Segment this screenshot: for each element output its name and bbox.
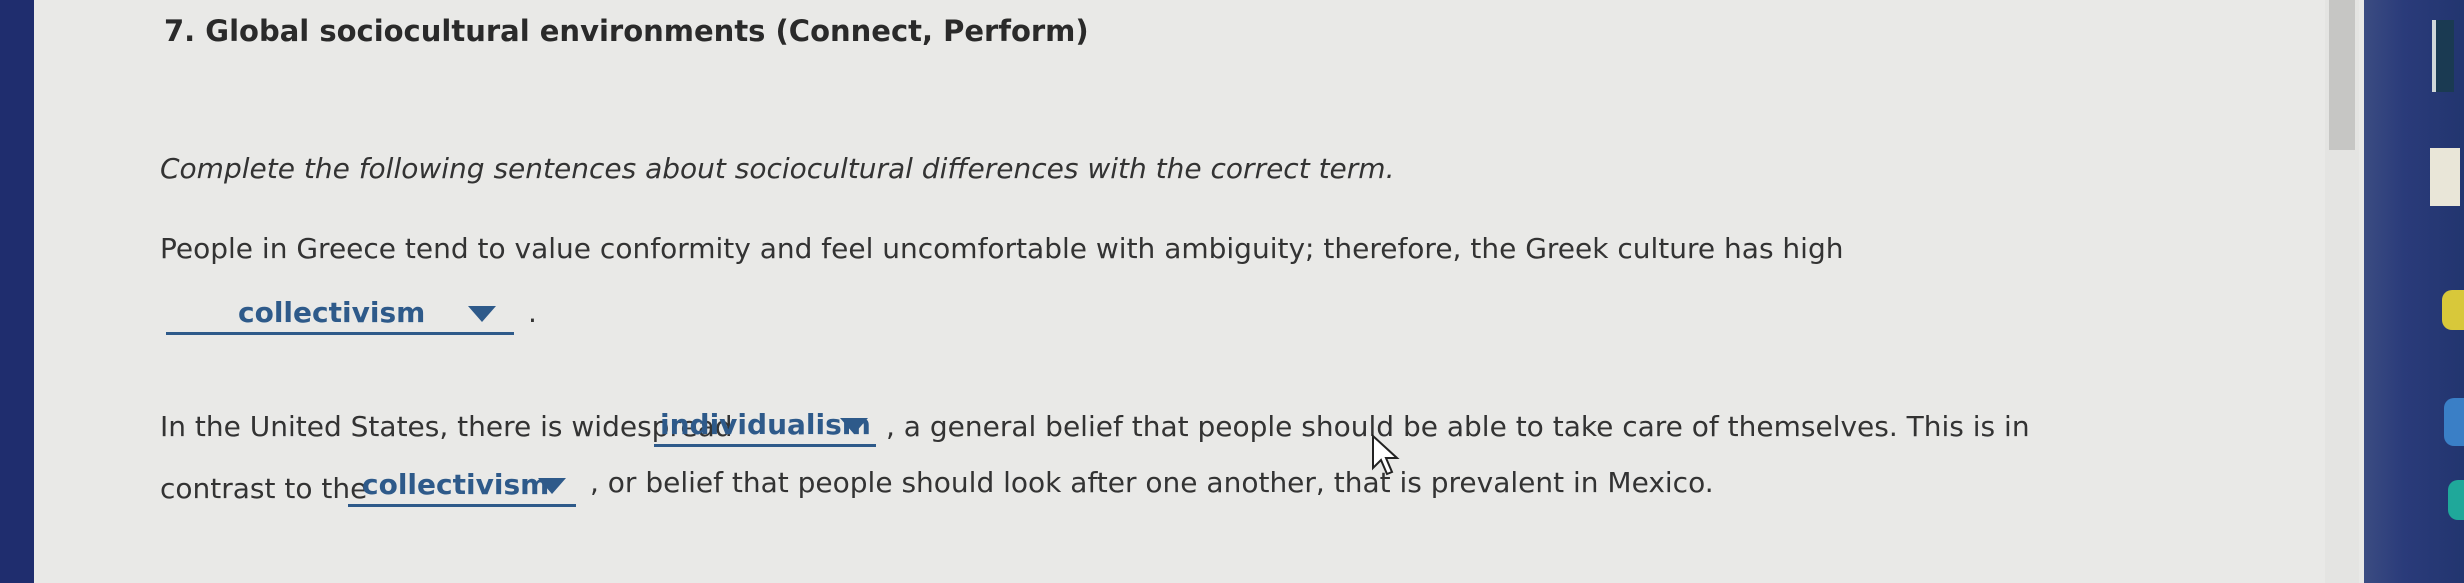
sentence2-line2-prefix: contrast to the (160, 472, 368, 505)
chevron-down-icon (538, 478, 566, 494)
sentence2-prefix: In the United States, there is widesprea… (160, 410, 733, 443)
left-screen-edge (0, 0, 34, 583)
chevron-down-icon (468, 306, 496, 322)
sentence1-text: People in Greece tend to value conformit… (160, 232, 1844, 265)
question-title: 7. Global sociocultural environments (Co… (164, 14, 1089, 48)
scrollbar-thumb[interactable] (2329, 0, 2355, 150)
dropdown-sentence1[interactable]: collectivism (166, 296, 514, 335)
sentence2-middle: , a general belief that people should be… (886, 410, 2030, 443)
instructions-text: Complete the following sentences about s… (160, 152, 1395, 185)
dropdown-sentence2-second-value: collectivism (362, 468, 550, 501)
app-icon-green (2448, 480, 2464, 520)
chevron-down-icon (840, 418, 868, 434)
dropdown-sentence2-second[interactable]: collectivism (348, 468, 576, 507)
dropdown-sentence1-value: collectivism (238, 296, 426, 329)
note-icon (2430, 148, 2460, 206)
sentence1-end: . (528, 296, 537, 329)
dropdown-sentence2-first[interactable]: individualism (654, 408, 876, 447)
app-icon-blue (2444, 398, 2464, 446)
sentence2-suffix: , or belief that people should look afte… (590, 466, 1714, 499)
app-icon-yellow (2442, 290, 2464, 330)
mouse-pointer-icon (1372, 434, 1400, 476)
dock-bar-icon (2432, 20, 2454, 92)
question-panel: 7. Global sociocultural environments (Co… (34, 0, 2364, 583)
question-content: 7. Global sociocultural environments (Co… (34, 0, 2364, 583)
